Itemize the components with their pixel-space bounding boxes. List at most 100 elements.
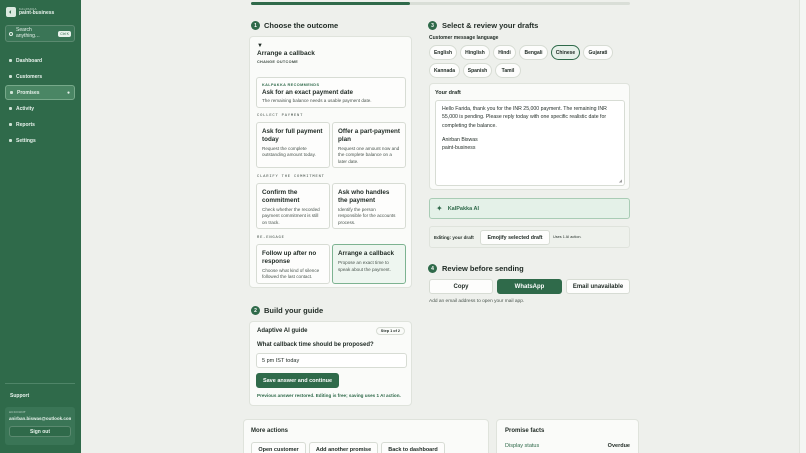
option-confirm-commitment[interactable]: Confirm the commitment Check whether the…	[256, 183, 330, 229]
language-chinese[interactable]: Chinese	[551, 45, 580, 60]
option-desc: Identify the person responsible for the …	[338, 206, 396, 226]
display-status-value: Overdue	[607, 443, 630, 449]
sign-out-button[interactable]: Sign out	[9, 426, 71, 437]
language-gujarati[interactable]: Gujarati	[583, 45, 613, 60]
promise-facts-card: Promise facts Display status Overdue	[496, 419, 639, 453]
page-scrollbar[interactable]	[799, 0, 806, 453]
save-answer-button[interactable]: Save answer and continue	[256, 373, 339, 388]
option-desc: Choose what kind of silence followed the…	[262, 267, 320, 280]
option-desc: Request the complete outstanding amount …	[262, 145, 316, 158]
editing-label: Editing: your draft	[434, 235, 474, 240]
group-heading-reengage: RE-ENGAGE	[257, 236, 285, 240]
open-customer-button[interactable]: Open customer	[251, 442, 306, 453]
sidebar-item-settings[interactable]: Settings	[5, 133, 75, 148]
option-title: Arrange a callback	[338, 250, 395, 257]
account-panel: ACCOUNT anirban.biswas@outlook.com Sign …	[5, 407, 75, 445]
option-who-handles[interactable]: Ask who handles the payment Identify the…	[332, 183, 406, 229]
guide-card-title: Adaptive AI guide	[257, 328, 308, 334]
customers-icon	[9, 75, 12, 78]
step-3-badge: 3	[428, 21, 437, 30]
search-input[interactable]: Search anything… Ctrl K	[5, 25, 75, 42]
option-follow-up[interactable]: Follow up after no response Choose what …	[256, 244, 330, 284]
step-1-badge: 1	[251, 21, 260, 30]
language-label: Customer message language	[429, 35, 499, 41]
step-4-badge: 4	[428, 264, 437, 273]
email-hint: Add an email address to open your mail a…	[429, 299, 525, 304]
change-outcome-link[interactable]: CHANGE OUTCOME	[257, 60, 298, 64]
brand[interactable]: ◐ KALPAKKA paint-business	[6, 7, 54, 17]
email-button[interactable]: Email unavailable	[566, 279, 630, 294]
group-heading-collect: COLLECT PAYMENT	[257, 114, 304, 118]
brand-logo-icon: ◐	[6, 7, 16, 17]
recommendation-desc: The remaining balance needs a usable pay…	[262, 97, 372, 103]
language-tamil[interactable]: Tamil	[495, 63, 521, 78]
language-kannada[interactable]: Kannada	[429, 63, 460, 78]
option-desc: Propose an exact time to speak about the…	[338, 259, 391, 272]
recommendation-title: Ask for an exact payment date	[262, 89, 353, 96]
recommendation-label: KALPAKKA RECOMMENDS	[262, 83, 320, 87]
language-spanish[interactable]: Spanish	[463, 63, 492, 78]
recommendation-card[interactable]: KALPAKKA RECOMMENDS Ask for an exact pay…	[256, 77, 406, 108]
emojify-button[interactable]: Emojify selected draft	[480, 230, 550, 245]
display-status-label: Display status	[505, 443, 540, 449]
search-shortcut: Ctrl K	[58, 30, 71, 37]
option-title: Follow up after no response	[262, 250, 317, 265]
sidebar-nav: Dashboard Customers Promises ● Activity R…	[5, 53, 75, 149]
search-icon	[9, 31, 13, 36]
language-hinglish[interactable]: Hinglish	[460, 45, 490, 60]
ai-action-bar: Editing: your draft Emojify selected dra…	[429, 226, 630, 248]
brand-name: paint-business	[19, 9, 55, 16]
selected-outcome: Arrange a callback	[257, 50, 315, 57]
draft-card: Your draft Hello Farida, thank you for t…	[429, 83, 630, 190]
option-arrange-callback[interactable]: Arrange a callback Propose an exact time…	[332, 244, 406, 284]
option-title: Offer a part-payment plan	[338, 128, 400, 143]
sidebar-item-promises[interactable]: Promises ●	[5, 85, 75, 100]
search-placeholder: Search anything…	[16, 26, 40, 39]
option-title: Ask who handles the payment	[338, 189, 390, 204]
sidebar-divider	[5, 383, 75, 384]
language-bengali[interactable]: Bengali	[519, 45, 548, 60]
sidebar-item-label: Customers	[16, 73, 43, 80]
sidebar-item-customers[interactable]: Customers	[5, 69, 75, 84]
account-label: ACCOUNT	[9, 410, 26, 414]
option-part-payment[interactable]: Offer a part-payment plan Request one am…	[332, 122, 406, 168]
callback-time-input[interactable]: 5 pm IST today	[256, 353, 407, 368]
sidebar-item-activity[interactable]: Activity	[5, 101, 75, 116]
review-section-title: Review before sending	[442, 264, 524, 273]
promise-facts-title: Promise facts	[505, 428, 545, 434]
back-to-dashboard-button[interactable]: Back to dashboard	[381, 442, 445, 453]
copy-button[interactable]: Copy	[429, 279, 493, 294]
sidebar: ◐ KALPAKKA paint-business Search anythin…	[0, 0, 81, 453]
drafts-section-title: Select & review your drafts	[442, 21, 539, 30]
promises-icon	[10, 91, 13, 94]
language-english[interactable]: English	[429, 45, 457, 60]
group-heading-clarify: CLARIFY THE COMMITMENT	[257, 175, 325, 179]
support-link[interactable]: Support	[10, 393, 29, 399]
outcome-section-title: Choose the outcome	[264, 21, 339, 30]
step-2-badge: 2	[251, 306, 260, 315]
collapse-icon[interactable]: ▼	[257, 43, 263, 49]
whatsapp-button[interactable]: WhatsApp	[497, 279, 562, 294]
language-hindi[interactable]: Hindi	[493, 45, 516, 60]
step-badge: Step 1 of 2	[375, 327, 405, 335]
sidebar-item-reports[interactable]: Reports	[5, 117, 75, 132]
dashboard-icon	[9, 59, 12, 62]
sidebar-item-label: Reports	[16, 121, 35, 128]
more-actions-title: More actions	[251, 428, 289, 434]
settings-icon	[9, 139, 12, 142]
activity-icon	[9, 107, 12, 110]
add-promise-button[interactable]: Add another promise	[309, 442, 378, 453]
guide-card: Adaptive AI guide Step 1 of 2 What callb…	[249, 321, 412, 406]
brand-label: KALPAKKA	[19, 6, 37, 11]
outcome-card: ▼ Arrange a callback CHANGE OUTCOME KALP…	[249, 36, 412, 288]
ai-panel[interactable]: ✦ KalPakka AI	[429, 198, 630, 219]
account-email: anirban.biswas@outlook.com	[9, 416, 71, 421]
sidebar-item-label: Settings	[16, 137, 36, 144]
option-full-payment[interactable]: Ask for full payment today Request the c…	[256, 122, 330, 168]
option-desc: Check whether the recorded payment commi…	[262, 206, 320, 226]
draft-body: Hello Farida, thank you for the INR 25,0…	[442, 106, 607, 129]
resize-handle-icon[interactable]: ◢	[619, 178, 622, 184]
progress-fill	[251, 2, 411, 5]
sidebar-item-dashboard[interactable]: Dashboard	[5, 53, 75, 68]
draft-textarea[interactable]: Hello Farida, thank you for the INR 25,0…	[435, 100, 625, 186]
